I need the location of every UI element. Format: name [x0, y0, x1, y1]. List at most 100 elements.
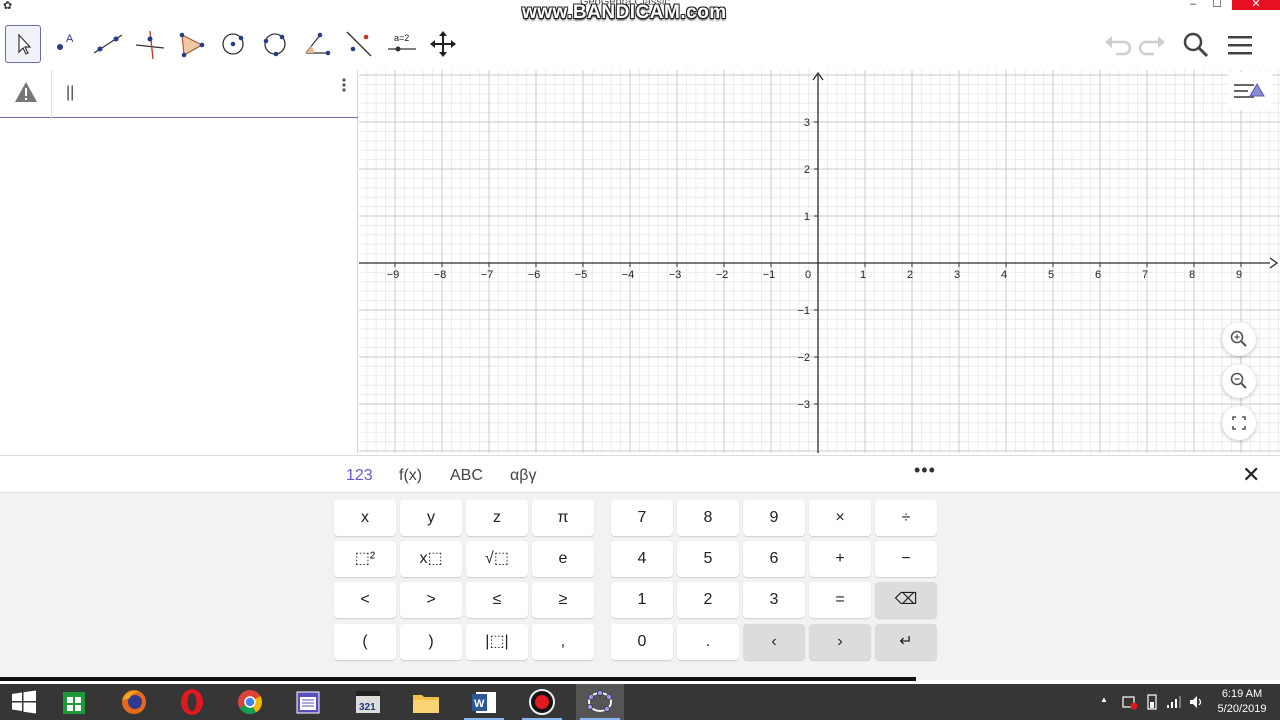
key-right-0-0[interactable]: 7 [611, 500, 673, 536]
x-tick-label: −1 [763, 269, 776, 281]
algebra-row-menu-button[interactable] [338, 76, 350, 96]
battery-icon[interactable] [1144, 693, 1160, 711]
key-left-2-2[interactable]: ≤ [466, 582, 528, 618]
line-tool-button[interactable] [89, 25, 125, 63]
circle-center-tool-button[interactable] [215, 25, 251, 63]
key-left-2-0[interactable]: < [334, 582, 396, 618]
fullscreen-button[interactable] [1222, 406, 1256, 440]
search-button[interactable] [1180, 30, 1210, 60]
zoom-in-icon [1230, 330, 1247, 347]
key-right-2-2[interactable]: 3 [743, 582, 805, 618]
move-view-tool-button[interactable] [425, 25, 461, 63]
key-right-2-1[interactable]: 2 [677, 582, 739, 618]
perpendicular-tool-button[interactable] [131, 25, 167, 63]
key-right-0-4[interactable]: ÷ [875, 500, 937, 536]
key-left-0-1[interactable]: y [400, 500, 462, 536]
key-right-3-2[interactable]: ‹ [743, 624, 805, 660]
taskbar-firefox[interactable] [110, 684, 158, 720]
key-right-3-1[interactable]: . [677, 624, 739, 660]
point-tool-button[interactable]: A [47, 25, 83, 63]
key-right-1-1[interactable]: 5 [677, 541, 739, 577]
angle-tool-button[interactable] [299, 25, 335, 63]
taskbar-file-explorer[interactable] [402, 684, 450, 720]
tab-functions[interactable]: f(x) [399, 467, 422, 485]
key-right-3-0[interactable]: 0 [611, 624, 673, 660]
graphics-view[interactable]: −9 −8 −7 −6 −5 −4 −3 −2 −1 0 1 2 3 4 5 6 7 8 9 3 2 1 −1 −2 −3 [359, 70, 1280, 453]
style-bar-toggle-button[interactable] [1228, 72, 1272, 110]
svg-text:321: 321 [359, 702, 376, 713]
cursor-arrow-icon [18, 33, 32, 55]
key-right-0-1[interactable]: 8 [677, 500, 739, 536]
key-left-1-3[interactable]: e [532, 541, 594, 577]
tab-greek[interactable]: αβγ [510, 467, 536, 485]
key-right-3-3[interactable]: › [809, 624, 871, 660]
warning-button[interactable] [0, 70, 52, 118]
maximize-button[interactable]: ☐ [1208, 0, 1226, 10]
key-right-0-2[interactable]: 9 [743, 500, 805, 536]
watermark: www.BANDICAM.com [522, 2, 727, 23]
key-left-0-2[interactable]: z [466, 500, 528, 536]
x-tick-label: −9 [387, 269, 400, 281]
key-right-2-3[interactable]: = [809, 582, 871, 618]
key-right-3-4[interactable]: ↵ [875, 624, 937, 660]
key-left-1-1[interactable]: x⬚ [400, 541, 462, 577]
keyboard-close-button[interactable]: ✕ [1242, 464, 1260, 486]
key-right-1-2[interactable]: 6 [743, 541, 805, 577]
polygon-tool-button[interactable] [173, 25, 209, 63]
tray-security-icon[interactable] [1122, 694, 1138, 710]
key-right-0-3[interactable]: × [809, 500, 871, 536]
taskbar-store[interactable] [50, 684, 98, 720]
key-left-0-3[interactable]: π [532, 500, 594, 536]
key-left-3-0[interactable]: ( [334, 624, 396, 660]
keyboard-more-button[interactable]: ••• [914, 460, 936, 481]
taskbar-media-player[interactable]: 321 [344, 684, 392, 720]
key-left-2-1[interactable]: > [400, 582, 462, 618]
tab-abc[interactable]: ABC [450, 467, 483, 485]
system-clock[interactable]: 6:19 AM 5/20/2019 [1212, 687, 1272, 717]
slider-tool-button[interactable]: a=2 [383, 25, 419, 63]
redo-button[interactable] [1138, 30, 1168, 60]
x-tick-label: 1 [860, 269, 866, 281]
algebra-input-row[interactable]: || [0, 70, 358, 118]
close-window-button[interactable]: ✕ [1232, 0, 1280, 10]
zoom-out-button[interactable] [1222, 364, 1256, 398]
main-menu-button[interactable] [1226, 30, 1256, 60]
key-right-1-3[interactable]: + [809, 541, 871, 577]
geogebra-icon [586, 690, 612, 712]
style-bar-icon [1234, 83, 1265, 98]
zoom-in-button[interactable] [1222, 322, 1256, 356]
key-right-1-4[interactable]: − [875, 541, 937, 577]
taskbar-calendar-app[interactable] [284, 684, 332, 720]
taskbar-word[interactable]: W [460, 684, 508, 720]
volume-icon[interactable] [1188, 694, 1204, 710]
key-left-1-2[interactable]: √⬚ [466, 541, 528, 577]
minimize-button[interactable]: – [1184, 0, 1202, 10]
horizontal-scrollbar[interactable] [0, 677, 916, 681]
key-right-2-4[interactable]: ⌫ [875, 582, 937, 618]
key-right-2-0[interactable]: 1 [611, 582, 673, 618]
taskbar-opera[interactable] [168, 684, 216, 720]
word-icon: W [472, 692, 496, 713]
move-tool-button[interactable] [5, 25, 41, 63]
taskbar-chrome[interactable] [226, 684, 274, 720]
key-left-3-3[interactable]: , [532, 624, 594, 660]
windows-start-icon [12, 690, 36, 714]
tray-expand-button[interactable]: ▲ [1100, 695, 1108, 704]
key-left-3-1[interactable]: ) [400, 624, 462, 660]
taskbar-bandicam[interactable] [518, 684, 566, 720]
algebra-view: || [0, 70, 358, 453]
tab-123[interactable]: 123 [346, 467, 373, 485]
start-button[interactable] [0, 684, 48, 720]
x-tick-label: −7 [481, 269, 494, 281]
key-left-3-2[interactable]: |⬚| [466, 624, 528, 660]
reflect-tool-button[interactable] [341, 25, 377, 63]
circle-three-points-tool-button[interactable] [257, 25, 293, 63]
wifi-signal-icon[interactable] [1166, 694, 1182, 710]
algebra-input[interactable]: || [66, 84, 74, 102]
key-left-0-0[interactable]: x [334, 500, 396, 536]
key-left-2-3[interactable]: ≥ [532, 582, 594, 618]
key-left-1-0[interactable]: ⬚² [334, 541, 396, 577]
key-right-1-0[interactable]: 4 [611, 541, 673, 577]
undo-button[interactable] [1102, 30, 1132, 60]
taskbar-geogebra[interactable] [576, 684, 624, 720]
